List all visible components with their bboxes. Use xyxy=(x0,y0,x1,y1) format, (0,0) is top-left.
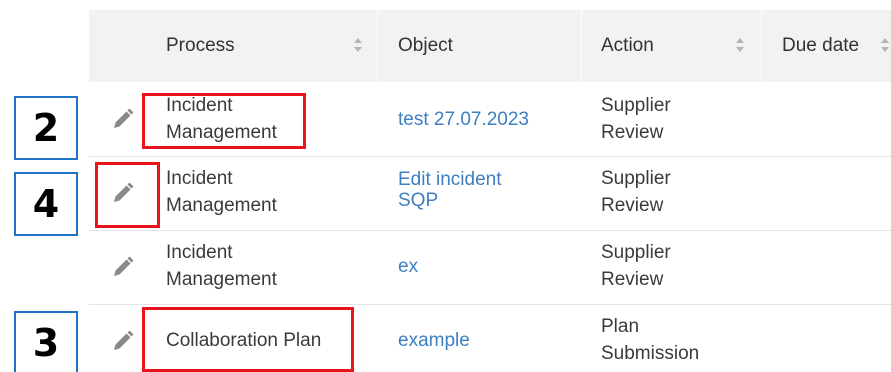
highlight-box xyxy=(95,162,160,228)
column-header-action[interactable]: Action xyxy=(601,10,654,82)
table-row: Incident Management Edit incident SQP Su… xyxy=(89,157,891,231)
highlight-box xyxy=(142,93,306,149)
task-list-page: Process Object Action Due date Incident xyxy=(0,0,891,372)
table-row: Incident Management ex Supplier Review xyxy=(89,231,891,305)
action-cell: Supplier Review xyxy=(601,95,671,143)
process-cell: Incident Management xyxy=(166,168,277,216)
object-link[interactable]: Edit incident SQP xyxy=(398,169,502,211)
column-header-process[interactable]: Process xyxy=(166,10,235,82)
step-badge: 3 xyxy=(14,311,78,372)
object-link[interactable]: example xyxy=(398,327,470,354)
pencil-icon[interactable] xyxy=(111,107,135,131)
object-link[interactable]: ex xyxy=(398,253,418,280)
table-header: Process Object Action Due date xyxy=(89,10,891,82)
action-cell: Supplier Review xyxy=(601,242,671,290)
pencil-icon[interactable] xyxy=(111,329,135,353)
highlight-box xyxy=(142,307,354,372)
column-header-object[interactable]: Object xyxy=(398,10,453,82)
sort-icon[interactable] xyxy=(735,37,745,53)
object-link[interactable]: test 27.07.2023 xyxy=(398,106,529,133)
column-divider xyxy=(377,10,378,82)
action-cell: Supplier Review xyxy=(601,168,671,216)
process-cell: Incident Management xyxy=(166,242,277,290)
column-divider xyxy=(581,10,582,82)
action-cell: Plan Submission xyxy=(601,316,700,364)
step-badge: 4 xyxy=(14,172,78,236)
step-badge: 2 xyxy=(14,96,78,160)
column-divider xyxy=(761,10,762,82)
column-header-due-date[interactable]: Due date xyxy=(782,10,859,82)
sort-icon[interactable] xyxy=(353,37,363,53)
pencil-icon[interactable] xyxy=(111,255,135,279)
sort-icon[interactable] xyxy=(880,37,890,53)
